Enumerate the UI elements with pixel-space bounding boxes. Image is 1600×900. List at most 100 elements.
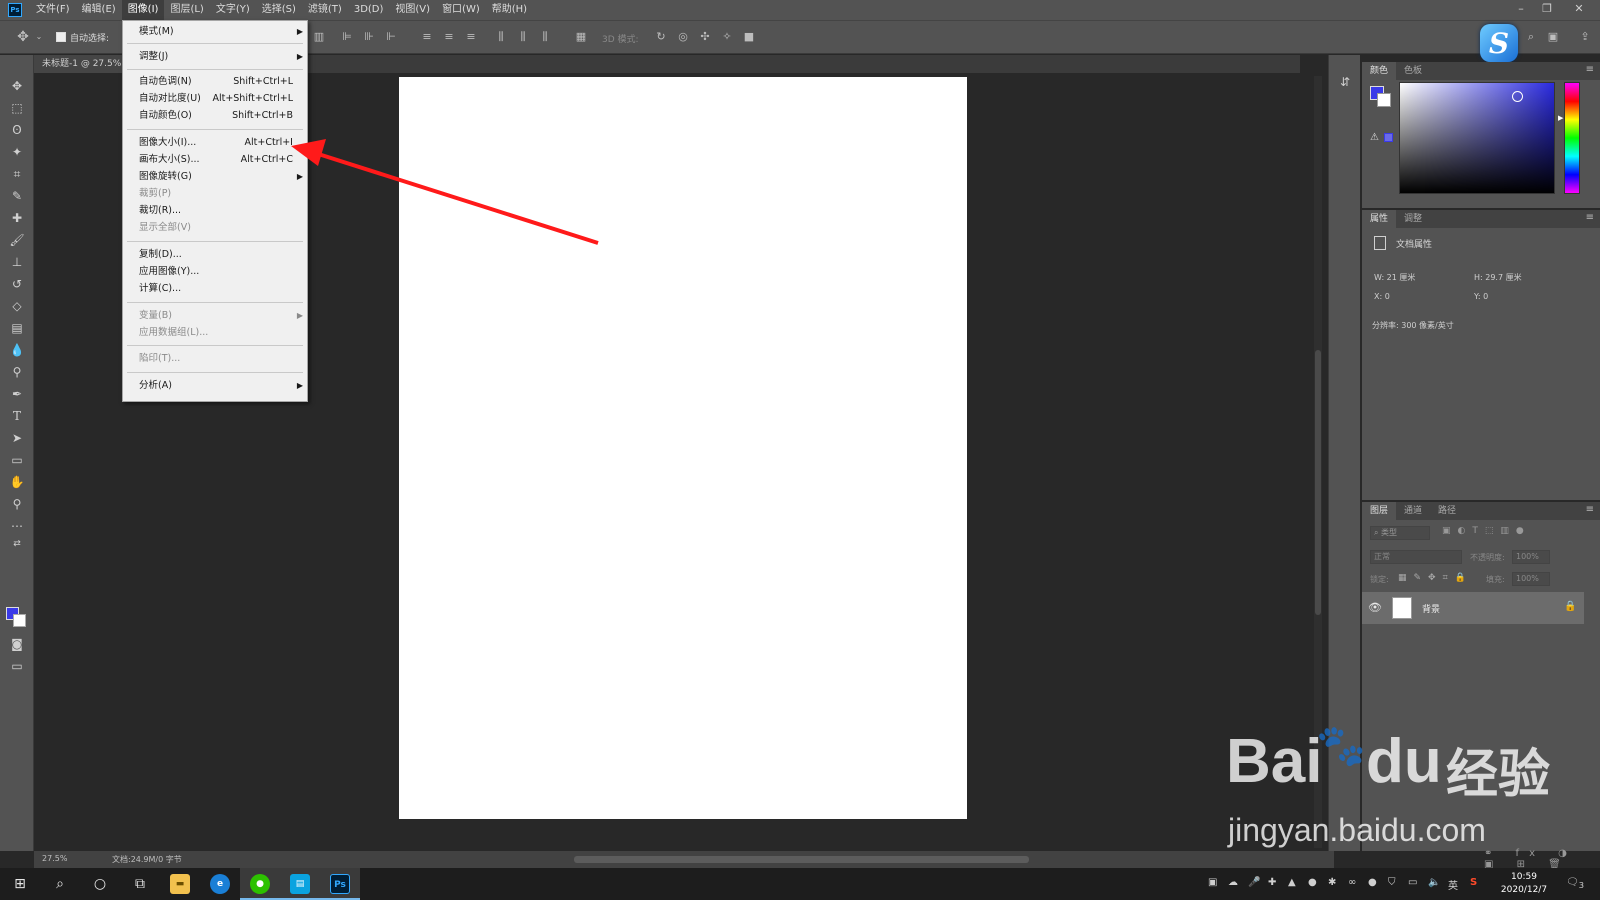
opacity-input[interactable]: 100%	[1512, 550, 1550, 564]
marquee-tool-icon[interactable]: ⬚	[8, 99, 26, 117]
screen-mode-icon[interactable]: ▭	[8, 657, 26, 675]
visibility-eye-icon[interactable]: 👁	[1368, 601, 1382, 614]
swap-colors-icon[interactable]: ⇄	[8, 535, 26, 553]
tab-layers[interactable]: 图层	[1362, 502, 1397, 520]
windows-start-icon[interactable]: ⊞	[0, 868, 40, 900]
align-left-icon[interactable]: ⊫	[340, 30, 354, 44]
tab-properties[interactable]: 属性	[1362, 210, 1397, 228]
move-tool-icon[interactable]: ✥	[8, 77, 26, 95]
history-panel-icon[interactable]: ⇵	[1336, 73, 1354, 91]
distribute-top-icon[interactable]: ≡	[420, 30, 434, 44]
hue-slider[interactable]	[1564, 82, 1580, 194]
dodge-tool-icon[interactable]: ⚲	[8, 363, 26, 381]
color-picker-ring[interactable]	[1512, 91, 1523, 102]
menu-edit[interactable]: 编辑(E)	[76, 0, 122, 20]
3d-scale-icon[interactable]: ■	[742, 30, 756, 44]
volume-icon[interactable]: 🔈	[1428, 877, 1440, 888]
layer-filter-type[interactable]: ⌕ 类型	[1370, 526, 1430, 540]
menu-select[interactable]: 选择(S)	[256, 0, 302, 20]
background-color-swatch[interactable]	[1377, 93, 1391, 107]
image-menu-item[interactable]: 自动色调(N) Shift+Ctrl+L	[123, 73, 307, 90]
image-menu-item[interactable]: 计算(C)...	[123, 280, 307, 297]
distribute-right-icon[interactable]: ⫼	[538, 30, 552, 44]
image-menu-item[interactable]: 图像大小(I)... Alt+Ctrl+I	[123, 134, 307, 151]
tray-link-icon[interactable]: ∞	[1348, 877, 1356, 888]
file-explorer-icon[interactable]: ▬	[160, 868, 200, 900]
document-canvas[interactable]	[399, 77, 967, 819]
tab-adjustments[interactable]: 调整	[1396, 210, 1430, 228]
menu-type[interactable]: 文字(Y)	[210, 0, 256, 20]
3d-roll-icon[interactable]: ◎	[676, 30, 690, 44]
zoom-tool-icon[interactable]: ⚲	[8, 495, 26, 513]
eraser-icon[interactable]: ◇	[8, 297, 26, 315]
brush-tool-icon[interactable]: 🖌	[8, 231, 26, 249]
document-info[interactable]: 文档:24.9M/0 字节	[112, 854, 182, 865]
healing-brush-icon[interactable]: ✚	[8, 209, 26, 227]
layer-name[interactable]: 背景	[1422, 602, 1440, 615]
pen-tool-icon[interactable]: ✒	[8, 385, 26, 403]
tray-gift-icon[interactable]: ✚	[1268, 877, 1276, 888]
image-menu-item[interactable]: 复制(D)...	[123, 246, 307, 263]
wechat-icon[interactable]: ●	[240, 868, 280, 900]
layer-row-background[interactable]: 👁 背景 🔒	[1362, 592, 1584, 624]
image-menu-item[interactable]: 裁切(R)...	[123, 202, 307, 219]
panel-menu-icon[interactable]: ≡	[1586, 504, 1594, 515]
color-field[interactable]	[1399, 82, 1555, 194]
distribute-bottom-icon[interactable]: ≡	[464, 30, 478, 44]
distribute-center-icon[interactable]: ⫼	[516, 30, 530, 44]
tray-security-icon[interactable]: ●	[1308, 877, 1317, 888]
image-menu-item[interactable]: 应用图像(Y)...	[123, 263, 307, 280]
menu-image[interactable]: 图像(I)	[121, 0, 165, 20]
minimize-icon[interactable]: –	[1508, 0, 1534, 20]
move-tool-icon[interactable]: ✥	[16, 30, 30, 44]
hand-tool-icon[interactable]: ✋	[8, 473, 26, 491]
system-clock[interactable]: 10:59 2020/12/7	[1494, 871, 1554, 897]
hue-marker-icon[interactable]: ▶	[1558, 114, 1563, 122]
menu-layer[interactable]: 图层(L)	[164, 0, 209, 20]
x-field[interactable]: X: 0	[1374, 292, 1390, 301]
image-menu-item[interactable]: 调整(J) ▶	[123, 48, 307, 65]
image-menu-item[interactable]: 自动颜色(O) Shift+Ctrl+B	[123, 107, 307, 124]
magic-wand-icon[interactable]: ✦	[8, 143, 26, 161]
y-field[interactable]: Y: 0	[1474, 292, 1488, 301]
sogou-ime-icon[interactable]: S	[1470, 877, 1477, 888]
vertical-scroll-thumb[interactable]	[1315, 350, 1321, 615]
height-field[interactable]: H: 29.7 厘米	[1474, 272, 1522, 283]
tray-app2-icon[interactable]: ✱	[1328, 877, 1336, 888]
3d-pan-icon[interactable]: ✣	[698, 30, 712, 44]
fill-input[interactable]: 100%	[1512, 572, 1550, 586]
more-tools-icon[interactable]: ⋯	[8, 517, 26, 535]
layer-filter-icons[interactable]: ▣◐T⬚▥●	[1442, 526, 1531, 536]
menu-3d[interactable]: 3D(D)	[348, 0, 390, 20]
menu-help[interactable]: 帮助(H)	[486, 0, 533, 20]
tray-shield-icon[interactable]: ⛉	[1388, 877, 1396, 888]
horizontal-scroll-thumb[interactable]	[574, 856, 1029, 863]
align-center-icon[interactable]: ⊪	[362, 30, 376, 44]
tab-paths[interactable]: 路径	[1430, 502, 1464, 520]
crop-tool-icon[interactable]: ⌗	[8, 165, 26, 183]
distribute-middle-icon[interactable]: ≡	[442, 30, 456, 44]
menu-file[interactable]: 文件(F)	[30, 0, 76, 20]
path-select-icon[interactable]: ➤	[8, 429, 26, 447]
image-menu-item[interactable]: 画布大小(S)... Alt+Ctrl+C	[123, 151, 307, 168]
chevron-down-icon[interactable]: ⌄	[32, 30, 46, 44]
history-brush-icon[interactable]: ↺	[8, 275, 26, 293]
tray-cloud-icon[interactable]: ☁	[1228, 877, 1238, 888]
task-view-icon[interactable]: ⧉	[120, 868, 160, 900]
document-tab[interactable]: 未标题-1 @ 27.5%	[34, 55, 130, 73]
auto-align-icon[interactable]: ▦	[574, 30, 588, 44]
rectangle-tool-icon[interactable]: ▭	[8, 451, 26, 469]
menu-window[interactable]: 窗口(W)	[436, 0, 486, 20]
lock-icons[interactable]: ▦✎✥⌗🔒	[1398, 573, 1473, 583]
eyedropper-icon[interactable]: ✎	[8, 187, 26, 205]
edge-browser-icon[interactable]: e	[200, 868, 240, 900]
menu-filter[interactable]: 滤镜(T)	[302, 0, 348, 20]
layer-footer-icons[interactable]: ⚭ fx ◑ ▣ ⊞ 🗑	[1484, 848, 1600, 870]
image-menu-item[interactable]: 分析(A) ▶	[123, 377, 307, 394]
3d-slide-icon[interactable]: ✧	[720, 30, 734, 44]
image-menu-item[interactable]: 自动对比度(U) Alt+Shift+Ctrl+L	[123, 90, 307, 107]
quick-mask-icon[interactable]: ◙	[8, 635, 26, 653]
web-safe-color-icon[interactable]	[1384, 133, 1393, 142]
align-bottom-icon[interactable]: ▥	[312, 30, 326, 44]
search-icon[interactable]: ⌕	[40, 868, 80, 900]
